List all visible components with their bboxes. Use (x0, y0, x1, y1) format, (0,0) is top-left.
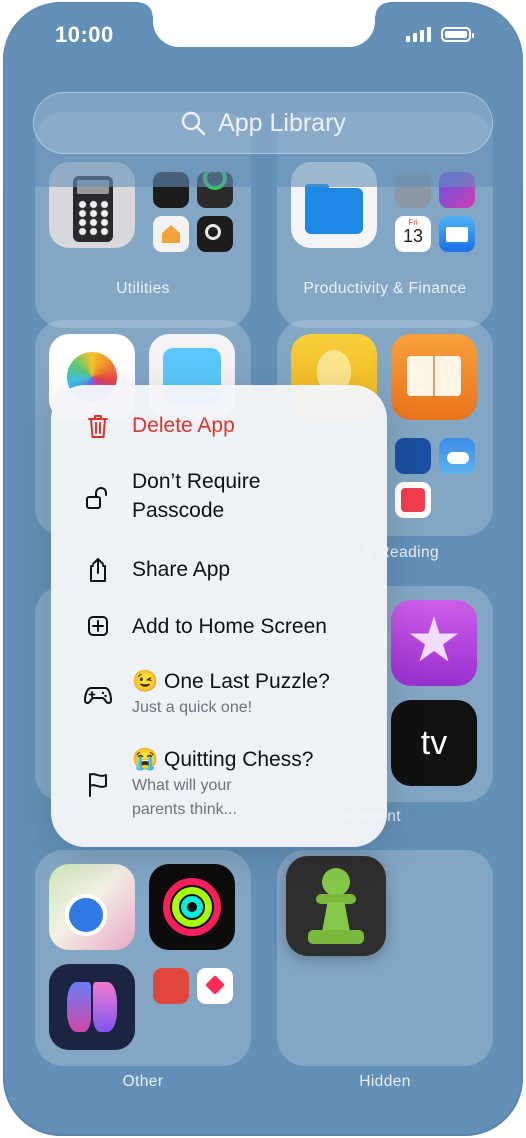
share-app-label: Share App (132, 558, 231, 581)
phone-screen: Utilities Fri 13 Productivity & Finance … (3, 2, 523, 1136)
wink-emoji: 😉 (132, 670, 159, 693)
trash-icon (88, 415, 108, 438)
notch (139, 2, 389, 47)
menu-item-dont-require-passcode[interactable]: Don’t Require Passcode (51, 467, 387, 529)
add-home-label: Add to Home Screen (132, 615, 327, 638)
app-library-search[interactable]: App Library (33, 92, 493, 154)
passcode-line1: Don’t Require (132, 470, 261, 493)
delete-app-label: Delete App (132, 414, 235, 437)
folder-label-utilities: Utilities (116, 280, 170, 297)
folder-label-other: Other (122, 1073, 164, 1090)
chess-app-icon[interactable] (286, 856, 386, 956)
menu-item-delete-app[interactable]: Delete App (51, 409, 387, 445)
magnifier-app-icon[interactable] (197, 216, 233, 252)
game-controller-icon (84, 687, 112, 704)
mail-app-icon[interactable] (439, 216, 475, 252)
maps-app-icon[interactable] (49, 864, 135, 950)
home-app-icon[interactable] (153, 216, 189, 252)
menu-item-add-to-home-screen[interactable]: Add to Home Screen (51, 610, 387, 646)
fitness-app-icon[interactable] (149, 864, 235, 950)
folder-label-productivity: Productivity & Finance (303, 280, 467, 297)
chess-title: Quitting Chess? (164, 748, 314, 771)
health-app-icon[interactable] (197, 968, 233, 1004)
news-app-icon[interactable] (395, 482, 431, 518)
search-placeholder: App Library (218, 108, 346, 137)
calendar-app-icon[interactable]: Fri 13 (395, 216, 431, 252)
chess-subtitle-line1: What will your (132, 777, 232, 794)
weather-app-icon[interactable] (439, 438, 475, 474)
status-icons (406, 26, 474, 42)
puzzle-label: 😉 One Last Puzzle? Just a quick one! (132, 667, 330, 720)
share-icon (90, 558, 106, 582)
puzzle-title: One Last Puzzle? (164, 670, 330, 693)
chess-label: 😭 Quitting Chess? What will your parents… (132, 745, 313, 822)
translate-app-icon[interactable] (395, 438, 431, 474)
search-icon (181, 111, 206, 136)
passcode-line2: Passcode (132, 499, 225, 522)
menu-item-one-last-puzzle[interactable]: 😉 One Last Puzzle? Just a quick one! (51, 667, 387, 723)
battery-icon (441, 26, 474, 42)
testflight-app-icon[interactable] (153, 968, 189, 1004)
add-square-icon (88, 616, 108, 636)
butterfly-app-icon[interactable] (49, 964, 135, 1050)
menu-item-quitting-chess[interactable]: 😭 Quitting Chess? What will your parents… (51, 745, 387, 825)
cellular-signal-icon (406, 26, 431, 42)
chess-subtitle-line2: parents think... (132, 801, 237, 818)
menu-item-share-app[interactable]: Share App (51, 553, 387, 589)
context-menu: Delete App Don’t Require Passcode Share … (51, 385, 387, 847)
books-app-icon[interactable] (391, 334, 477, 420)
puzzle-subtitle: Just a quick one! (132, 699, 253, 716)
folder-label-hidden: Hidden (359, 1073, 411, 1090)
calendar-date: 13 (402, 226, 424, 246)
itunes-store-app-icon[interactable] (391, 600, 477, 686)
flag-icon (89, 773, 107, 797)
dont-require-passcode-label: Don’t Require Passcode (132, 467, 260, 525)
status-time: 10:00 (55, 22, 114, 47)
crying-emoji: 😭 (132, 748, 159, 771)
unlock-icon (86, 487, 107, 509)
apple-tv-app-icon[interactable]: tv (391, 700, 477, 786)
